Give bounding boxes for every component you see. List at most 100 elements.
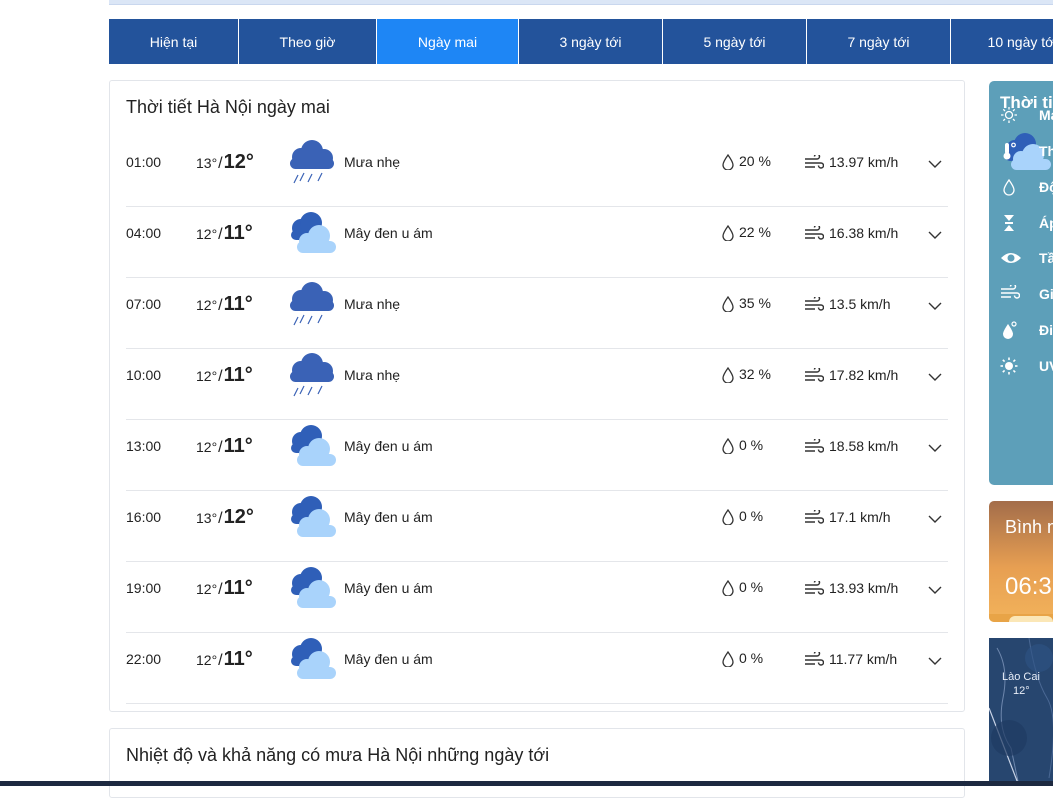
forecast-temp: 13°/12° (196, 151, 254, 174)
forecast-row[interactable]: 07:00 12°/11° Mưa nhẹ 35 % 13.5 km/h (126, 278, 948, 349)
forecast-row[interactable]: 13:00 12°/11° Mây đen u ám 0 % 18.58 km/h (126, 420, 948, 491)
current-weather-label: Độ (1039, 179, 1053, 195)
forecast-temp: 12°/11° (196, 648, 253, 671)
rain-cloud-icon (284, 281, 338, 329)
forecast-humidity: 32 % (739, 366, 771, 382)
wind-icon (804, 224, 825, 242)
next-days-card: Nhiệt độ và khả năng có mưa Hà Nội những… (109, 728, 965, 798)
tab-3[interactable]: 3 ngày tới (519, 19, 663, 64)
current-weather-row: Th (989, 134, 1053, 170)
forecast-time: 10:00 (126, 367, 162, 383)
forecast-row[interactable]: 10:00 12°/11° Mưa nhẹ 32 % 17.82 km/h (126, 349, 948, 420)
temp-separator: / (218, 439, 223, 456)
current-weather-label: UV (1039, 358, 1053, 374)
forecast-row[interactable]: 22:00 12°/11° Mây đen u ám 0 % 11.77 km/h (126, 633, 948, 704)
current-weather-row: Độ (989, 170, 1053, 206)
temp-low: 12° (223, 151, 254, 173)
current-weather-panel: Thời tiế MaThĐộÁpTầGiĐiUV (989, 81, 1053, 485)
hourly-forecast-card: Thời tiết Hà Nội ngày mai 01:00 13°/12° Mư… (109, 80, 965, 712)
temp-low: 11° (223, 293, 253, 315)
forecast-row[interactable]: 04:00 12°/11° Mây đen u ám 22 % 16.38 km/h (126, 207, 948, 278)
sunrise-title: Bình m (1005, 517, 1053, 537)
rain-cloud-icon (284, 139, 338, 187)
temp-low: 12° (223, 506, 254, 528)
forecast-wind: 17.82 km/h (829, 367, 899, 383)
tab-5[interactable]: 7 ngày tới (807, 19, 951, 64)
current-weather-label: Áp (1039, 215, 1053, 231)
chevron-down-icon[interactable] (928, 156, 942, 168)
weather-map[interactable]: Lào Cai 12° (989, 638, 1053, 786)
chevron-down-icon[interactable] (928, 298, 942, 310)
temp-high: 13° (196, 510, 218, 526)
forecast-description: Mây đen u ám (344, 580, 433, 596)
chevron-down-icon[interactable] (928, 582, 942, 594)
droplet-icon (722, 224, 734, 242)
forecast-row[interactable]: 01:00 13°/12° Mưa nhẹ 20 % 13.97 km/h (126, 136, 948, 207)
tab-2[interactable]: Ngày mai (377, 19, 519, 64)
temp-separator: / (218, 297, 223, 314)
forecast-row[interactable]: 16:00 13°/12° Mây đen u ám 0 % 17.1 km/h (126, 491, 948, 562)
forecast-description: Mây đen u ám (344, 438, 433, 454)
forecast-wind: 13.97 km/h (829, 154, 899, 170)
temp-low: 11° (223, 577, 253, 599)
tab-6[interactable]: 10 ngày tới (951, 19, 1053, 64)
forecast-description: Mây đen u ám (344, 651, 433, 667)
overcast-cloud-icon (284, 636, 338, 684)
chevron-down-icon[interactable] (928, 511, 942, 523)
wind-icon (804, 508, 825, 526)
map-terrain (989, 638, 1053, 786)
overcast-cloud-icon (284, 210, 338, 258)
droplet-icon (722, 508, 734, 526)
temp-separator: / (218, 226, 223, 243)
forecast-wind: 16.38 km/h (829, 225, 899, 241)
droplet-icon (722, 366, 734, 384)
temp-high: 13° (196, 155, 218, 171)
forecast-humidity: 35 % (739, 295, 771, 311)
forecast-description: Mưa nhẹ (344, 367, 401, 383)
forecast-temp: 13°/12° (196, 506, 254, 529)
forecast-wind: 11.77 km/h (829, 651, 898, 667)
overcast-cloud-icon (284, 565, 338, 613)
current-weather-row: Ma (989, 98, 1053, 134)
forecast-wind: 17.1 km/h (829, 509, 891, 525)
chevron-down-icon[interactable] (928, 227, 942, 239)
tab-1[interactable]: Theo giờ (239, 19, 377, 64)
forecast-description: Mưa nhẹ (344, 296, 401, 312)
forecast-wind: 18.58 km/h (829, 438, 899, 454)
pressure-icon (1000, 214, 1018, 232)
uv-icon (1000, 357, 1018, 375)
wind-icon (804, 579, 825, 597)
sunrise-card: Bình m 06:3 (989, 501, 1053, 622)
chevron-down-icon[interactable] (928, 440, 942, 452)
forecast-row[interactable]: 19:00 12°/11° Mây đen u ám 0 % 13.93 km/h (126, 562, 948, 633)
temp-separator: / (218, 581, 223, 598)
hourly-forecast-title: Thời tiết Hà Nội ngày mai (126, 97, 330, 117)
temp-high: 12° (196, 581, 218, 597)
current-weather-label: Th (1039, 143, 1053, 159)
forecast-description: Mưa nhẹ (344, 154, 401, 170)
forecast-humidity: 0 % (739, 579, 764, 595)
tab-0[interactable]: Hiện tại (109, 19, 239, 64)
forecast-tabs: Hiện tại Theo giờ Ngày mai 3 ngày tới 5 ngày… (109, 19, 1053, 64)
forecast-humidity: 0 % (739, 508, 764, 524)
forecast-time: 07:00 (126, 296, 162, 312)
current-weather-row: Áp (989, 206, 1053, 242)
current-weather-label: Đi (1039, 322, 1053, 338)
forecast-description: Mây đen u ám (344, 509, 433, 525)
temp-high: 12° (196, 368, 218, 384)
current-weather-row: Tầ (989, 241, 1053, 277)
rain-cloud-icon (284, 352, 338, 400)
wind-icon (804, 295, 825, 313)
tab-4[interactable]: 5 ngày tới (663, 19, 807, 64)
chevron-down-icon[interactable] (928, 653, 942, 665)
forecast-humidity: 20 % (739, 153, 771, 169)
droplet-icon (722, 579, 734, 597)
forecast-time: 13:00 (126, 438, 162, 454)
temp-separator: / (218, 368, 223, 385)
chevron-down-icon[interactable] (928, 369, 942, 381)
overcast-cloud-icon (284, 494, 338, 542)
current-weather-label: Tầ (1039, 250, 1053, 266)
droplet-icon (1000, 178, 1018, 196)
forecast-humidity: 22 % (739, 224, 771, 240)
overcast-cloud-icon (284, 423, 338, 471)
